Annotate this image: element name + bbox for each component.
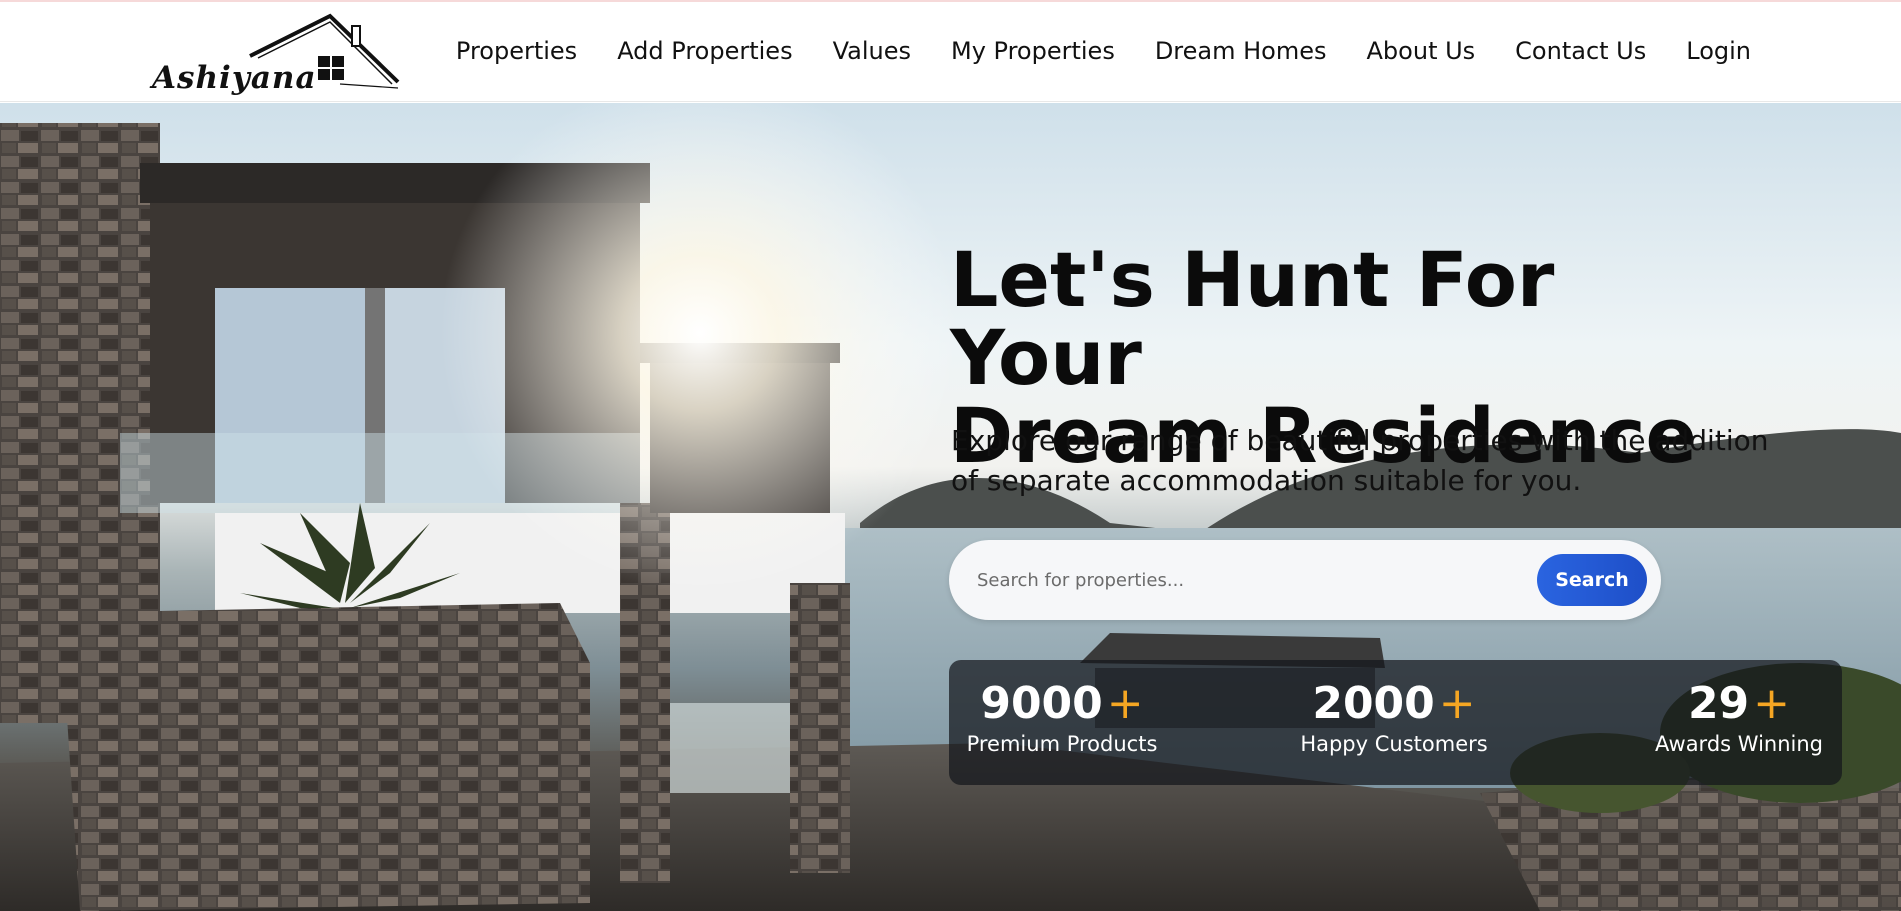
stat-number: 29	[1687, 678, 1750, 729]
hero-subtitle: Explore our range of beautiful propertie…	[951, 424, 1769, 497]
plus-icon: +	[1106, 678, 1144, 729]
hero-section: Let's Hunt For Your Dream Residence Expl…	[0, 103, 1901, 911]
plus-icon: +	[1753, 678, 1791, 729]
stats-panel: 9000 + Premium Products 2000 + Happy Cus…	[949, 660, 1842, 785]
stat-awards-winning: 29 + Awards Winning	[1649, 678, 1829, 757]
site-logo[interactable]: Ashiyana	[150, 8, 400, 98]
plus-icon: +	[1438, 678, 1476, 729]
nav-contact-us[interactable]: Contact Us	[1515, 37, 1646, 65]
nav-about-us[interactable]: About Us	[1367, 37, 1476, 65]
nav-my-properties[interactable]: My Properties	[951, 37, 1115, 65]
stat-label: Happy Customers	[1300, 732, 1488, 756]
nav-login[interactable]: Login	[1686, 37, 1751, 65]
nav-properties[interactable]: Properties	[456, 37, 577, 65]
nav-values[interactable]: Values	[833, 37, 911, 65]
stat-number: 2000	[1312, 678, 1435, 729]
property-search-bar: Search	[949, 540, 1661, 620]
nav-dream-homes[interactable]: Dream Homes	[1155, 37, 1327, 65]
hero-title-line1: Let's Hunt For Your	[950, 235, 1555, 402]
stat-label: Premium Products	[966, 732, 1158, 756]
stat-happy-customers: 2000 + Happy Customers	[1294, 678, 1494, 757]
stat-number: 9000	[980, 678, 1103, 729]
search-button[interactable]: Search	[1537, 554, 1647, 606]
stat-label: Awards Winning	[1655, 732, 1823, 756]
stat-premium-products: 9000 + Premium Products	[957, 678, 1167, 757]
site-header: Ashiyana Properties Add Properties Value…	[0, 2, 1901, 102]
main-nav: Properties Add Properties Values My Prop…	[416, 37, 1751, 65]
nav-add-properties[interactable]: Add Properties	[617, 37, 792, 65]
logo-text: Ashiyana	[152, 60, 317, 96]
hero-background-image	[0, 103, 1901, 911]
search-input[interactable]	[977, 560, 1477, 600]
